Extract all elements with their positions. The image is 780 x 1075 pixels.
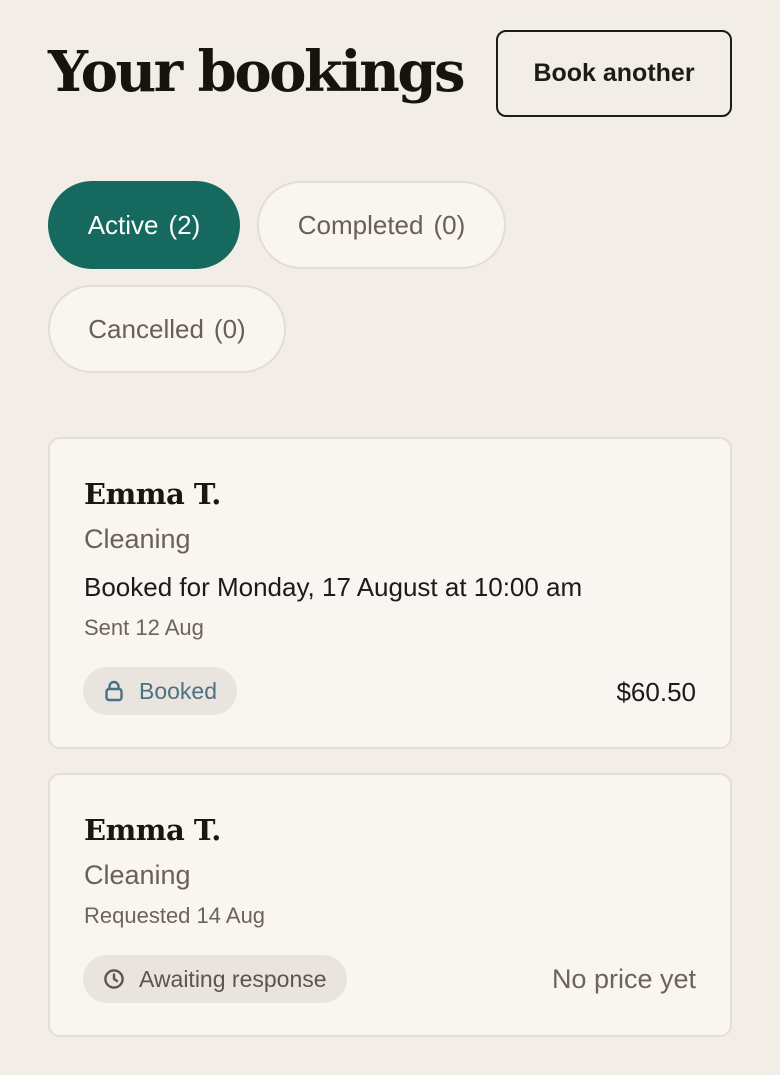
tab-count: (0) xyxy=(433,209,466,240)
status-badge: Booked xyxy=(83,667,238,715)
clock-icon xyxy=(103,968,125,990)
booking-price: No price yet xyxy=(551,964,696,994)
page-header: Your bookings Book another xyxy=(48,30,732,117)
tab-count: (0) xyxy=(213,313,246,344)
status-badge: Awaiting response xyxy=(83,955,347,1003)
tab-completed[interactable]: Completed (0) xyxy=(257,181,506,269)
booking-card[interactable]: Emma T. Cleaning Booked for Monday, 17 A… xyxy=(48,437,732,749)
sent-date: Sent 12 Aug xyxy=(84,615,204,640)
lock-icon xyxy=(103,680,125,702)
booking-datetime: Booked for Monday, 17 August at 10:00 am xyxy=(84,572,583,602)
tab-count: (2) xyxy=(168,209,201,240)
booking-card[interactable]: Emma T. Cleaning Requested 14 Aug Awaiti… xyxy=(48,773,732,1037)
service-name: Cleaning xyxy=(84,524,191,554)
tab-label: Completed xyxy=(297,209,424,240)
tab-label: Active xyxy=(87,209,159,240)
tab-active[interactable]: Active (2) xyxy=(48,181,240,269)
bookings-page: Your bookings Book another Active (2) Co… xyxy=(0,0,780,1075)
tab-label: Cancelled xyxy=(88,313,204,344)
page-title: Your bookings xyxy=(48,39,466,105)
provider-name: Emma T. xyxy=(84,813,221,847)
status-label: Booked xyxy=(139,677,218,704)
requested-date: Requested 14 Aug xyxy=(84,903,266,928)
status-label: Awaiting response xyxy=(139,965,327,992)
service-name: Cleaning xyxy=(84,860,191,890)
tab-cancelled[interactable]: Cancelled (0) xyxy=(48,285,286,373)
book-another-button[interactable]: Book another xyxy=(496,30,732,117)
provider-name: Emma T. xyxy=(84,477,221,511)
booking-price: $60.50 xyxy=(616,677,696,707)
